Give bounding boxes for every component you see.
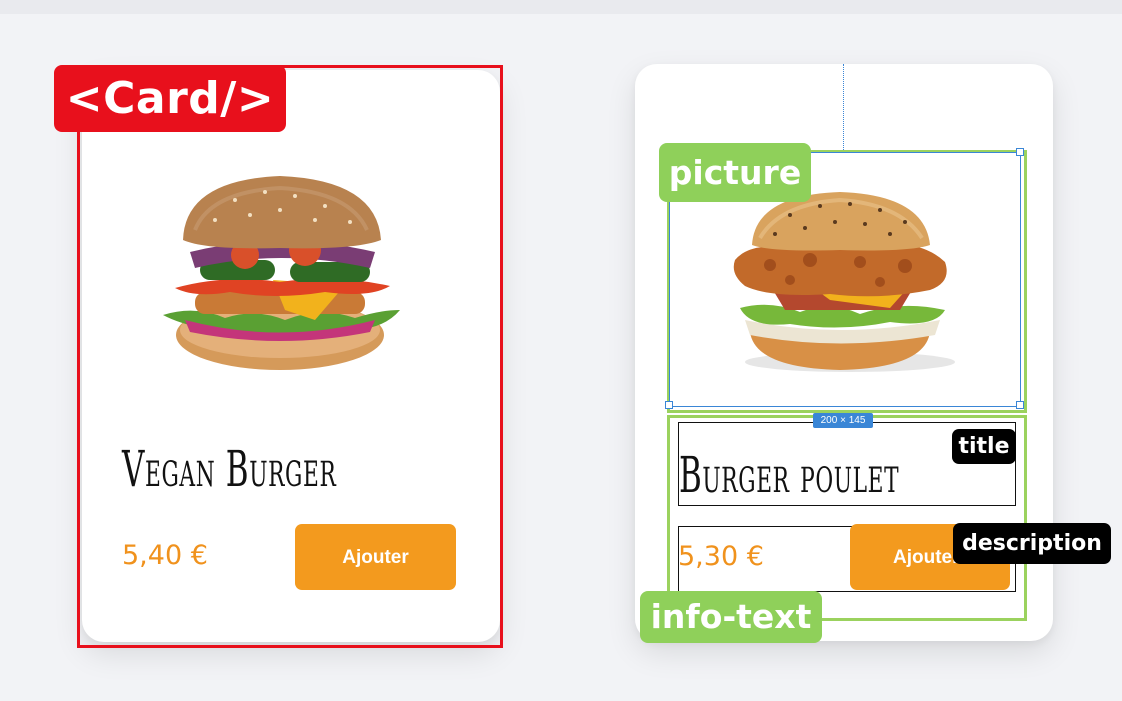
card-title: Vegan Burger xyxy=(122,440,337,498)
resize-handle[interactable] xyxy=(1016,148,1024,156)
description-tag: description xyxy=(953,523,1111,564)
spacing-guide-line xyxy=(843,64,844,150)
card-price: 5,30 € xyxy=(678,541,764,572)
add-to-cart-button[interactable]: Ajouter xyxy=(295,524,456,590)
info-text-tag: info-text xyxy=(640,591,822,643)
resize-handle[interactable] xyxy=(1016,401,1024,409)
card-component-tag: <Card/> xyxy=(54,65,286,132)
title-tag: title xyxy=(952,429,1016,464)
picture-tag: picture xyxy=(659,143,811,202)
card-price: 5,40 € xyxy=(122,540,208,571)
card-title: Burger poulet xyxy=(679,446,900,504)
top-bar xyxy=(0,0,1122,14)
dimension-badge: 200 × 145 xyxy=(813,413,873,428)
resize-handle[interactable] xyxy=(665,401,673,409)
vegan-burger-image xyxy=(163,176,400,370)
